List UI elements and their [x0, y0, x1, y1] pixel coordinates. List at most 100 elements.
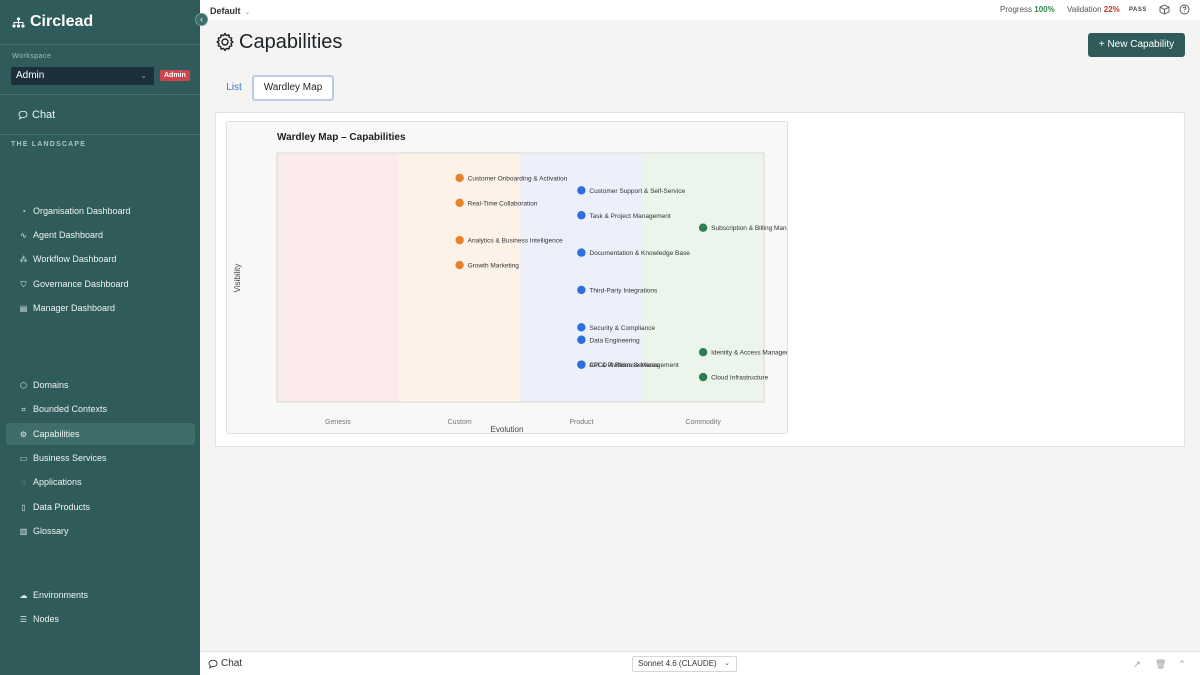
gear-icon [216, 32, 234, 52]
workspace-select[interactable]: Admin ⌄ [11, 67, 154, 85]
progress-label: Progress [1000, 5, 1033, 14]
chat-bubble-icon [208, 659, 218, 669]
validation-status-badge: PASS [1129, 7, 1147, 13]
sidebar-item-workflow-dashboard[interactable]: ⁂ Workflow Dashboard [6, 248, 195, 270]
sidebar-item-governance-dashboard[interactable]: ⛉ Governance Dashboard [6, 273, 195, 295]
chat-bubble-icon [18, 110, 28, 120]
sidebar-item-data-products[interactable]: ▯ Data Products [6, 496, 195, 518]
sidebar-item-glossary[interactable]: ▥ Glossary [6, 520, 195, 542]
trash-icon[interactable]: 🗑 [1155, 659, 1166, 669]
point-label-security-compliance: Security & Compliance [589, 325, 655, 332]
point-label-customer-support-self-service: Customer Support & Self-Service [589, 188, 685, 195]
sidebar-item-applications[interactable]: ◌ Applications [6, 471, 195, 493]
sidebar-item-label: Bounded Contexts [33, 404, 108, 414]
page-title: Capabilities [239, 31, 343, 53]
sidebar-section-title: THE LANDSCAPE [11, 141, 87, 148]
sidebar-item-business-services[interactable]: ▭ Business Services [6, 447, 195, 469]
workspace-value: Admin [16, 70, 45, 81]
workspace-label: Workspace [12, 53, 51, 60]
y-axis-label: Visibility [233, 264, 242, 293]
point-task-project-management [577, 211, 586, 220]
file-icon: ▯ [21, 502, 26, 512]
sidebar-item-manager-dashboard[interactable]: ▤ Manager Dashboard [6, 297, 195, 319]
point-label-third-party-integrations: Third-Party Integrations [589, 287, 658, 294]
point-label-api-platform-services: API & Platform Services [589, 362, 659, 369]
chart-title: Wardley Map – Capabilities [277, 132, 406, 143]
x-tick-label: Custom [448, 419, 472, 426]
org-logo-icon [12, 16, 25, 28]
sidebar-collapse-button[interactable]: ‹ [195, 13, 208, 26]
point-label-data-engineering: Data Engineering [589, 337, 640, 344]
gear-icon: ⚙ [19, 429, 28, 439]
x-tick-label: Commodity [685, 419, 721, 426]
sidebar-item-agent-dashboard[interactable]: ∿ Agent Dashboard [6, 224, 195, 246]
point-label-growth-marketing: Growth Marketing [468, 263, 520, 270]
bottom-chat-bar: Chat Sonnet 4.6 (CLAUDE) ⌄ ↗ 🗑 ⌃ [200, 651, 1200, 675]
sidebar-item-domains[interactable]: ⬡ Domains [6, 374, 195, 396]
brand[interactable]: Circlead [12, 13, 93, 31]
sidebar-divider [0, 94, 200, 95]
stage-band-custom [398, 153, 521, 402]
box-icon[interactable] [1159, 4, 1170, 15]
chevron-up-icon[interactable]: ⌃ [1177, 659, 1187, 669]
model-select[interactable]: Sonnet 4.6 (CLAUDE) ⌄ [632, 656, 737, 672]
point-customer-onboarding-activation [455, 173, 464, 183]
point-label-analytics-business-intelligence: Analytics & Business Intelligence [468, 238, 563, 245]
sidebar-item-organisation-dashboard[interactable]: ◔ Organisation Dashboard [6, 200, 195, 222]
model-value: Sonnet 4.6 (CLAUDE) [638, 659, 717, 668]
brand-name: Circlead [30, 13, 94, 30]
point-label-subscription-billing-management: Subscription & Billing Management [711, 225, 788, 232]
sidebar-item-environments[interactable]: ☁ Environments [6, 584, 195, 606]
app-icon: ◌ [21, 477, 26, 487]
progress-value: 100% [1034, 5, 1055, 14]
tab-wardley-map[interactable]: Wardley Map [252, 75, 334, 101]
x-axis-label: Evolution [491, 425, 524, 434]
bottom-chat-toggle[interactable]: Chat [208, 658, 242, 669]
wardley-map-card: Wardley Map – Capabilities Genesis Custom P… [226, 121, 788, 434]
cloud-icon: ☁ [19, 590, 28, 600]
workflow-icon: ⁂ [19, 254, 28, 264]
sidebar-item-label: Agent Dashboard [33, 230, 104, 240]
sidebar-divider [0, 44, 200, 45]
point-data-engineering [577, 335, 586, 344]
briefcase-icon: ▭ [19, 453, 28, 463]
point-growth-marketing [455, 260, 464, 270]
sidebar-item-label: Environments [33, 590, 89, 600]
pulse-icon: ∿ [20, 230, 27, 240]
sidebar-item-bounded-contexts[interactable]: ⌗ Bounded Contexts [6, 398, 195, 420]
sidebar-chat-label: Chat [32, 109, 56, 121]
sidebar-chat-link[interactable]: Chat [18, 109, 55, 121]
sidebar-item-label: Organisation Dashboard [33, 206, 131, 216]
book-icon: ▥ [19, 526, 28, 536]
topbar: Default ⌄ Progress 100% Validation 22% PA… [200, 0, 1200, 20]
point-label-identity-access-management: Identity & Access Management [711, 350, 788, 357]
bottom-chat-label: Chat [221, 658, 243, 669]
point-api-platform-services [577, 360, 586, 369]
shield-icon: ⛉ [20, 279, 27, 289]
point-label-customer-onboarding-activation: Customer Onboarding & Activation [468, 175, 568, 182]
tab-list[interactable]: List [220, 75, 248, 101]
point-identity-access-management [698, 348, 708, 357]
point-label-task-project-management: Task & Project Management [589, 213, 670, 220]
wardley-map-chart: Wardley Map – Capabilities Genesis Custom P… [233, 132, 788, 434]
sidebar-item-nodes[interactable]: ☰ Nodes [6, 608, 195, 630]
stage-band-genesis [277, 153, 399, 402]
sidebar-item-capabilities[interactable]: ⚙ Capabilities [6, 423, 195, 445]
environment-select[interactable]: Default ⌄ [210, 6, 250, 16]
point-third-party-integrations [577, 285, 586, 295]
help-icon[interactable] [1179, 4, 1190, 15]
chevron-down-icon: ⌄ [244, 9, 251, 16]
point-documentation-knowledge-base [577, 248, 586, 257]
sidebar-item-label: Workflow Dashboard [33, 254, 117, 264]
point-cloud-infrastructure [698, 372, 708, 382]
validation-indicator[interactable]: Validation 22% [1067, 5, 1120, 14]
new-capability-button[interactable]: + New Capability [1088, 33, 1185, 57]
point-label-documentation-knowledge-base: Documentation & Knowledge Base [589, 250, 690, 257]
sidebar-item-label: Applications [33, 477, 82, 487]
sidebar-item-label: Governance Dashboard [33, 279, 129, 289]
point-security-compliance [577, 323, 586, 332]
sidebar-item-label: Business Services [33, 453, 107, 463]
external-link-icon[interactable]: ↗ [1132, 659, 1142, 669]
environment-value: Default [210, 6, 241, 16]
chevron-down-icon: ⌄ [140, 71, 147, 80]
